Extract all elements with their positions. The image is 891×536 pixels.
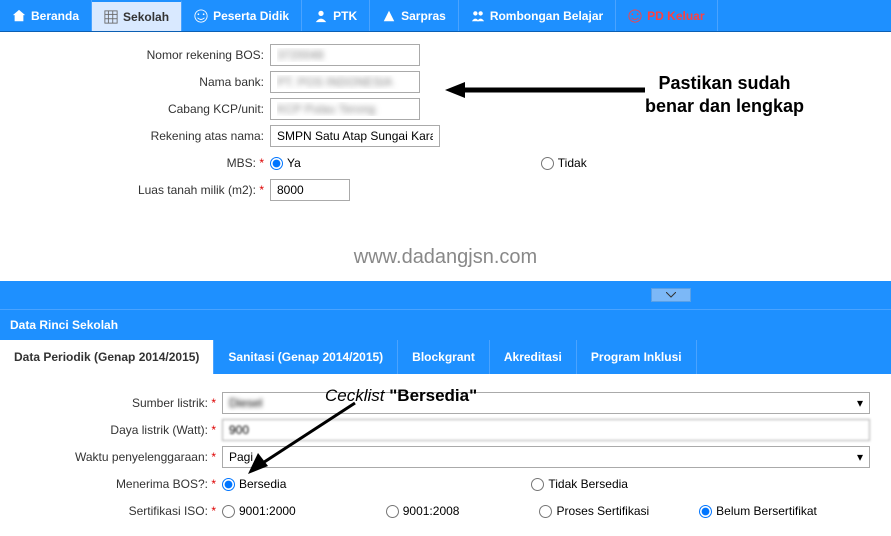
label-waktu: Waktu penyelenggaraan: * [0,450,222,464]
label-mbs: MBS: * [0,156,270,170]
chevron-down-icon: ▾ [857,396,863,410]
radio-iso-proses[interactable]: Proses Sertifikasi [539,504,649,518]
sub-navigation: Data Periodik (Genap 2014/2015) Sanitasi… [0,340,891,374]
tab-rombel[interactable]: Rombongan Belajar [459,0,616,31]
label-iso: Sertifikasi ISO: * [0,504,222,518]
radio-iso-belum[interactable]: Belum Bersertifikat [699,504,817,518]
tab-peserta-didik[interactable]: Peserta Didik [182,0,302,31]
tab-label: Sekolah [123,10,169,24]
chevron-down-icon: ▾ [857,450,863,464]
home-icon [12,9,26,23]
group-icon [471,9,485,23]
label-daya: Daya listrik (Watt): * [0,423,222,437]
subtab-data-periodik[interactable]: Data Periodik (Genap 2014/2015) [0,340,214,374]
radio-mbs-tidak[interactable]: Tidak [541,156,587,170]
tab-label: PTK [333,9,357,23]
tab-label: Peserta Didik [213,9,289,23]
input-luas[interactable] [270,179,350,201]
collapse-button[interactable] [651,288,691,302]
tab-sarpras[interactable]: Sarpras [370,0,459,31]
top-navigation: Beranda Sekolah Peserta Didik PTK Sarpra… [0,0,891,32]
label-sumber-listrik: Sumber listrik: * [0,396,222,410]
tab-label: Beranda [31,9,79,23]
label-menerima-bos: Menerima BOS?: * [0,477,222,491]
subtab-akreditasi[interactable]: Akreditasi [490,340,577,374]
annotation-pastikan: Pastikan sudah benar dan lengkap [645,72,804,119]
tab-sekolah[interactable]: Sekolah [92,0,182,31]
label-luas: Luas tanah milik (m2): * [0,183,270,197]
tab-pd-keluar[interactable]: PD Keluar [616,0,717,31]
label-nama-bank: Nama bank: [0,75,270,89]
tab-label: Sarpras [401,9,446,23]
tab-label: Rombongan Belajar [490,9,603,23]
collapse-bar [0,281,891,309]
arrow-icon [240,398,370,478]
subtab-blockgrant[interactable]: Blockgrant [398,340,490,374]
label-nomor-rekening: Nomor rekening BOS: [0,48,270,62]
radio-mbs-ya[interactable]: Ya [270,156,301,170]
radio-bos-tidak[interactable]: Tidak Bersedia [531,477,628,491]
radio-iso-9001-2008[interactable]: 9001:2008 [386,504,460,518]
watermark-text: www.dadangjsn.com [0,240,891,281]
section-header: Data Rinci Sekolah [0,309,891,340]
subtab-sanitasi[interactable]: Sanitasi (Genap 2014/2015) [214,340,398,374]
school-form-upper: Nomor rekening BOS: Nama bank: Cabang KC… [0,32,891,240]
tab-beranda[interactable]: Beranda [0,0,92,31]
grid-icon [104,10,118,24]
user-icon [314,9,328,23]
radio-bos-bersedia[interactable]: Bersedia [222,477,286,491]
subtab-program-inklusi[interactable]: Program Inklusi [577,340,697,374]
input-nomor-rekening[interactable] [270,44,420,66]
tab-label: PD Keluar [647,9,704,23]
tab-ptk[interactable]: PTK [302,0,370,31]
input-cabang[interactable] [270,98,420,120]
label-rekening-nama: Rekening atas nama: [0,129,270,143]
input-nama-bank[interactable] [270,71,420,93]
smile-icon [194,9,208,23]
smile-icon [628,9,642,23]
arrow-icon [445,80,645,100]
chevron-down-icon [666,292,676,298]
radio-iso-9001-2000[interactable]: 9001:2000 [222,504,296,518]
label-cabang: Cabang KCP/unit: [0,102,270,116]
building-icon [382,9,396,23]
input-rekening-nama[interactable] [270,125,440,147]
